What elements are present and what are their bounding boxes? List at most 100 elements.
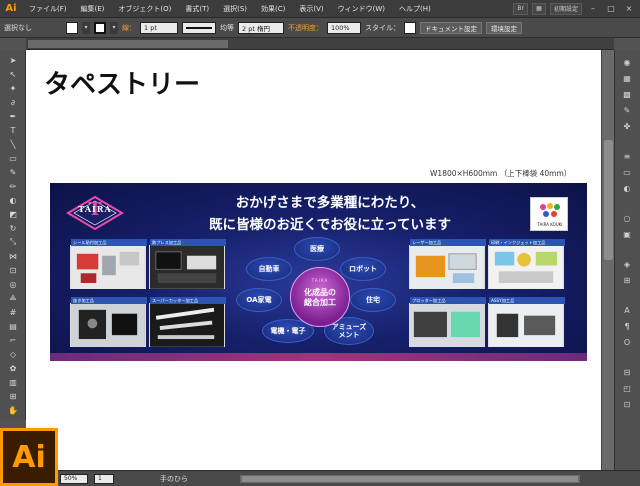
vertical-scroll-thumb[interactable]	[604, 140, 613, 260]
industry-housing: 住宅	[350, 288, 396, 312]
product-photo	[410, 246, 484, 289]
stroke-swatch[interactable]	[94, 21, 106, 34]
layers-icon[interactable]: ◈	[620, 258, 634, 270]
artboard-tool-icon[interactable]: ⊞	[7, 390, 19, 402]
eraser-icon[interactable]: ◩	[7, 208, 19, 220]
fill-swatch[interactable]	[66, 21, 78, 34]
product-photo	[489, 304, 563, 347]
swatches-icon[interactable]: ▩	[620, 88, 634, 100]
opacity-label[interactable]: 不透明度：	[288, 23, 323, 33]
mesh-tool-icon[interactable]: #	[7, 306, 19, 318]
minimize-icon[interactable]: –	[586, 3, 600, 15]
right-dock-panel: ◉ ▦ ▩ ✎ ✤ ≡ ▭ ◐ ○ ▣ ◈ ⊞ A ¶ O ⊟ ◰ ⊡	[614, 50, 640, 470]
paintbrush-icon[interactable]: ✎	[7, 166, 19, 178]
magic-wand-icon[interactable]: ✦	[7, 82, 19, 94]
product-photo	[71, 304, 145, 347]
artboard-nav-field[interactable]: 1	[94, 473, 114, 484]
document-tab[interactable]	[28, 40, 228, 48]
transparency-icon[interactable]: ◐	[620, 182, 634, 194]
document-tab-bar	[26, 38, 614, 50]
industry-oa-appliance: OA家電	[236, 288, 282, 312]
eyedropper-icon[interactable]: ⌐	[7, 334, 19, 346]
brushes-icon[interactable]: ✎	[620, 104, 634, 116]
blob-brush-icon[interactable]: ◐	[7, 194, 19, 206]
opacity-field[interactable]: 100%	[327, 21, 361, 34]
badge-dots-icon	[540, 203, 560, 217]
menu-object[interactable]: オブジェクト(O)	[111, 4, 178, 14]
color-guide-icon[interactable]: ▦	[620, 72, 634, 84]
width-tool-icon[interactable]: ⋈	[7, 250, 19, 262]
product-card: 抜き加工品	[70, 297, 147, 347]
transform-icon[interactable]: ⊡	[620, 398, 634, 410]
selection-tool-icon[interactable]: ➤	[7, 54, 19, 66]
tools-panel: ➤ ↖ ✦ ∂ ✒ T ╲ ▭ ✎ ✏ ◐ ◩ ↻ ⤡ ⋈ ⊡ ◎ ⟁ # ▤ …	[0, 50, 26, 420]
menu-view[interactable]: 表示(V)	[292, 4, 330, 14]
close-icon[interactable]: ×	[622, 3, 636, 15]
vertical-scrollbar[interactable]	[601, 50, 614, 470]
product-caption: シール貼付加工品	[71, 239, 147, 246]
symbol-sprayer-icon[interactable]: ✿	[7, 362, 19, 374]
perspective-grid-icon[interactable]: ⟁	[7, 292, 19, 304]
hand-tool-icon[interactable]: ✋	[7, 404, 19, 416]
workspace-switcher[interactable]: 初期設定	[549, 2, 582, 15]
menu-file[interactable]: ファイル(F)	[22, 4, 74, 14]
lasso-icon[interactable]: ∂	[7, 96, 19, 108]
menu-edit[interactable]: 編集(E)	[74, 4, 112, 14]
rectangle-tool-icon[interactable]: ▭	[7, 152, 19, 164]
direct-selection-tool-icon[interactable]: ↖	[7, 68, 19, 80]
align-icon[interactable]: ⊟	[620, 366, 634, 378]
banner-headline-2: 既に皆様のお近くでお役に立っています	[209, 217, 451, 233]
scale-tool-icon[interactable]: ⤡	[7, 236, 19, 248]
opentype-icon[interactable]: O	[620, 336, 634, 348]
pencil-icon[interactable]: ✏	[7, 180, 19, 192]
character-icon[interactable]: A	[620, 304, 634, 316]
arrange-documents-button[interactable]: ▦	[531, 2, 546, 15]
gradient-panel-icon[interactable]: ▭	[620, 166, 634, 178]
tapestry-banner[interactable]: T TAIRA おかげさまで多業種にわたり、 既に皆様のお近くでお役に立っていま…	[50, 183, 587, 361]
brush-field[interactable]: 2 pt 楕円	[238, 21, 284, 34]
app-logo[interactable]: Ai	[0, 0, 22, 18]
maximize-icon[interactable]: □	[604, 3, 618, 15]
type-tool-icon[interactable]: T	[7, 124, 19, 136]
menu-help[interactable]: ヘルプ(H)	[392, 4, 438, 14]
horizontal-scroll-thumb[interactable]	[242, 476, 578, 482]
product-card: プロッター加工品	[409, 297, 486, 347]
stroke-profile-preview[interactable]	[182, 21, 216, 34]
line-tool-icon[interactable]: ╲	[7, 138, 19, 150]
graphic-style-swatch[interactable]	[404, 21, 416, 34]
bridge-button[interactable]: Br	[513, 2, 528, 15]
product-caption: 印刷・インクジェット加工品	[489, 239, 565, 246]
zoom-field[interactable]: 50%	[60, 473, 88, 484]
symbols-icon[interactable]: ✤	[620, 120, 634, 132]
menu-effect[interactable]: 効果(C)	[254, 4, 292, 14]
menu-select[interactable]: 選択(S)	[216, 4, 254, 14]
color-panel-icon[interactable]: ◉	[620, 56, 634, 68]
stroke-dropdown-icon[interactable]: ▾	[110, 21, 118, 34]
paragraph-icon[interactable]: ¶	[620, 320, 634, 332]
fill-dropdown-icon[interactable]: ▾	[82, 21, 90, 34]
graphic-styles-icon[interactable]: ▣	[620, 228, 634, 240]
artboards-icon[interactable]: ⊞	[620, 274, 634, 286]
blend-tool-icon[interactable]: ◇	[7, 348, 19, 360]
column-graph-icon[interactable]: ▥	[7, 376, 19, 388]
horizontal-scrollbar[interactable]	[240, 475, 580, 483]
stroke-panel-icon[interactable]: ≡	[620, 150, 634, 162]
stroke-label[interactable]: 線：	[122, 23, 136, 33]
gradient-tool-icon[interactable]: ▤	[7, 320, 19, 332]
stroke-weight-field[interactable]: 1 pt	[140, 21, 178, 34]
shape-builder-icon[interactable]: ◎	[7, 278, 19, 290]
pathfinder-icon[interactable]: ◰	[620, 382, 634, 394]
preferences-button[interactable]: 環境設定	[486, 21, 522, 34]
size-note: W1800×H600mm （上下棒袋 40mm）	[430, 169, 572, 178]
appearance-icon[interactable]: ○	[620, 212, 634, 224]
menu-window[interactable]: ウィンドウ(W)	[331, 4, 392, 14]
style-label: スタイル：	[365, 23, 400, 32]
menu-type[interactable]: 書式(T)	[178, 4, 216, 14]
document-setup-button[interactable]: ドキュメント設定	[420, 21, 482, 34]
stroke-profile-label[interactable]: 均等	[220, 23, 234, 33]
free-transform-icon[interactable]: ⊡	[7, 264, 19, 276]
active-tool-label: 手のひら	[160, 474, 188, 483]
control-bar: 選択なし ▾ ▾ 線： 1 pt 均等 2 pt 楕円 不透明度： 100% ス…	[0, 18, 640, 38]
pen-tool-icon[interactable]: ✒	[7, 110, 19, 122]
rotate-tool-icon[interactable]: ↻	[7, 222, 19, 234]
